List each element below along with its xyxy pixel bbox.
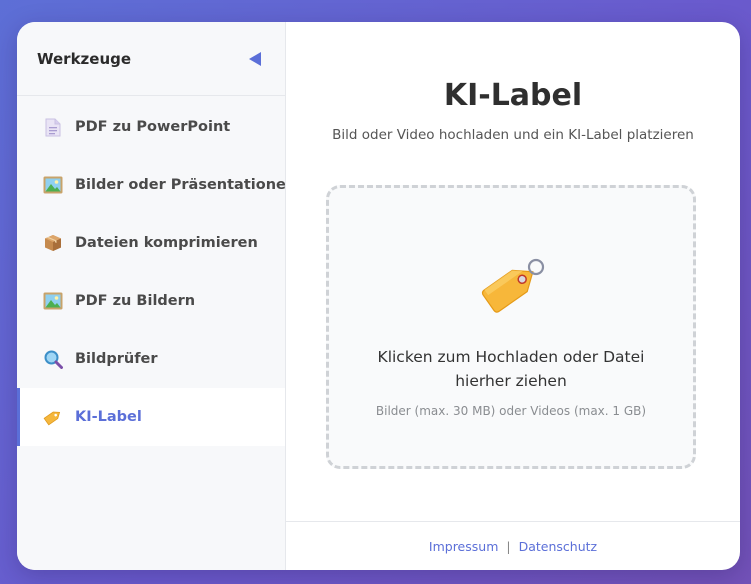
sidebar-item-pdf-to-images[interactable]: PDF zu Bildern [17,272,285,330]
dropzone-main-text: Klicken zum Hochladen oder Datei hierher… [377,348,645,390]
tag-icon [481,258,545,313]
page-title: KI-Label [443,78,583,113]
sidebar-item-label: PDF zu Bildern [75,293,196,309]
picture-icon [43,175,63,195]
sidebar-item-label: KI-Label [75,409,142,425]
sidebar-item-label: PDF zu PowerPoint [75,119,231,135]
sidebar-item-pdf-to-powerpoint[interactable]: PDF zu PowerPoint [17,98,285,156]
package-icon [43,233,63,253]
dropzone-hint: Bilder (max. 30 MB) oder Videos (max. 1 … [375,404,647,418]
sidebar-item-label: Dateien komprimieren [75,235,258,251]
sidebar-item-ki-label[interactable]: KI-Label [17,388,285,446]
sidebar-item-images-to-pdf[interactable]: Bilder oder Präsentationen zu PDF [17,156,285,214]
sidebar-item-label: Bildprüfer [75,351,158,367]
magnifier-icon [43,349,63,369]
document-icon [43,117,63,137]
footer: Impressum | Datenschutz [286,521,740,570]
upload-dropzone[interactable]: Klicken zum Hochladen oder Datei hierher… [326,185,696,469]
sidebar-collapse-button[interactable] [247,51,263,67]
picture-icon [43,291,63,311]
sidebar: Werkzeuge PDF zu PowerPoint Bilder oder … [17,22,286,570]
datenschutz-link[interactable]: Datenschutz [519,539,598,554]
main-panel: KI-Label Bild oder Video hochladen und e… [286,22,740,570]
app-window: Werkzeuge PDF zu PowerPoint Bilder oder … [17,22,740,570]
triangle-left-icon [249,51,261,66]
footer-separator: | [506,538,511,554]
sidebar-item-label: Bilder oder Präsentationen zu PDF [75,177,285,193]
sidebar-header: Werkzeuge [17,22,285,96]
page-subtitle: Bild oder Video hochladen und ein KI-Lab… [332,127,694,143]
sidebar-item-compress-files[interactable]: Dateien komprimieren [17,214,285,272]
impressum-link[interactable]: Impressum [429,539,498,554]
sidebar-title: Werkzeuge [37,49,132,68]
sidebar-nav: PDF zu PowerPoint Bilder oder Präsentati… [17,96,285,446]
main-content: KI-Label Bild oder Video hochladen und e… [286,22,740,521]
tag-icon [43,407,63,427]
sidebar-item-image-checker[interactable]: Bildprüfer [17,330,285,388]
